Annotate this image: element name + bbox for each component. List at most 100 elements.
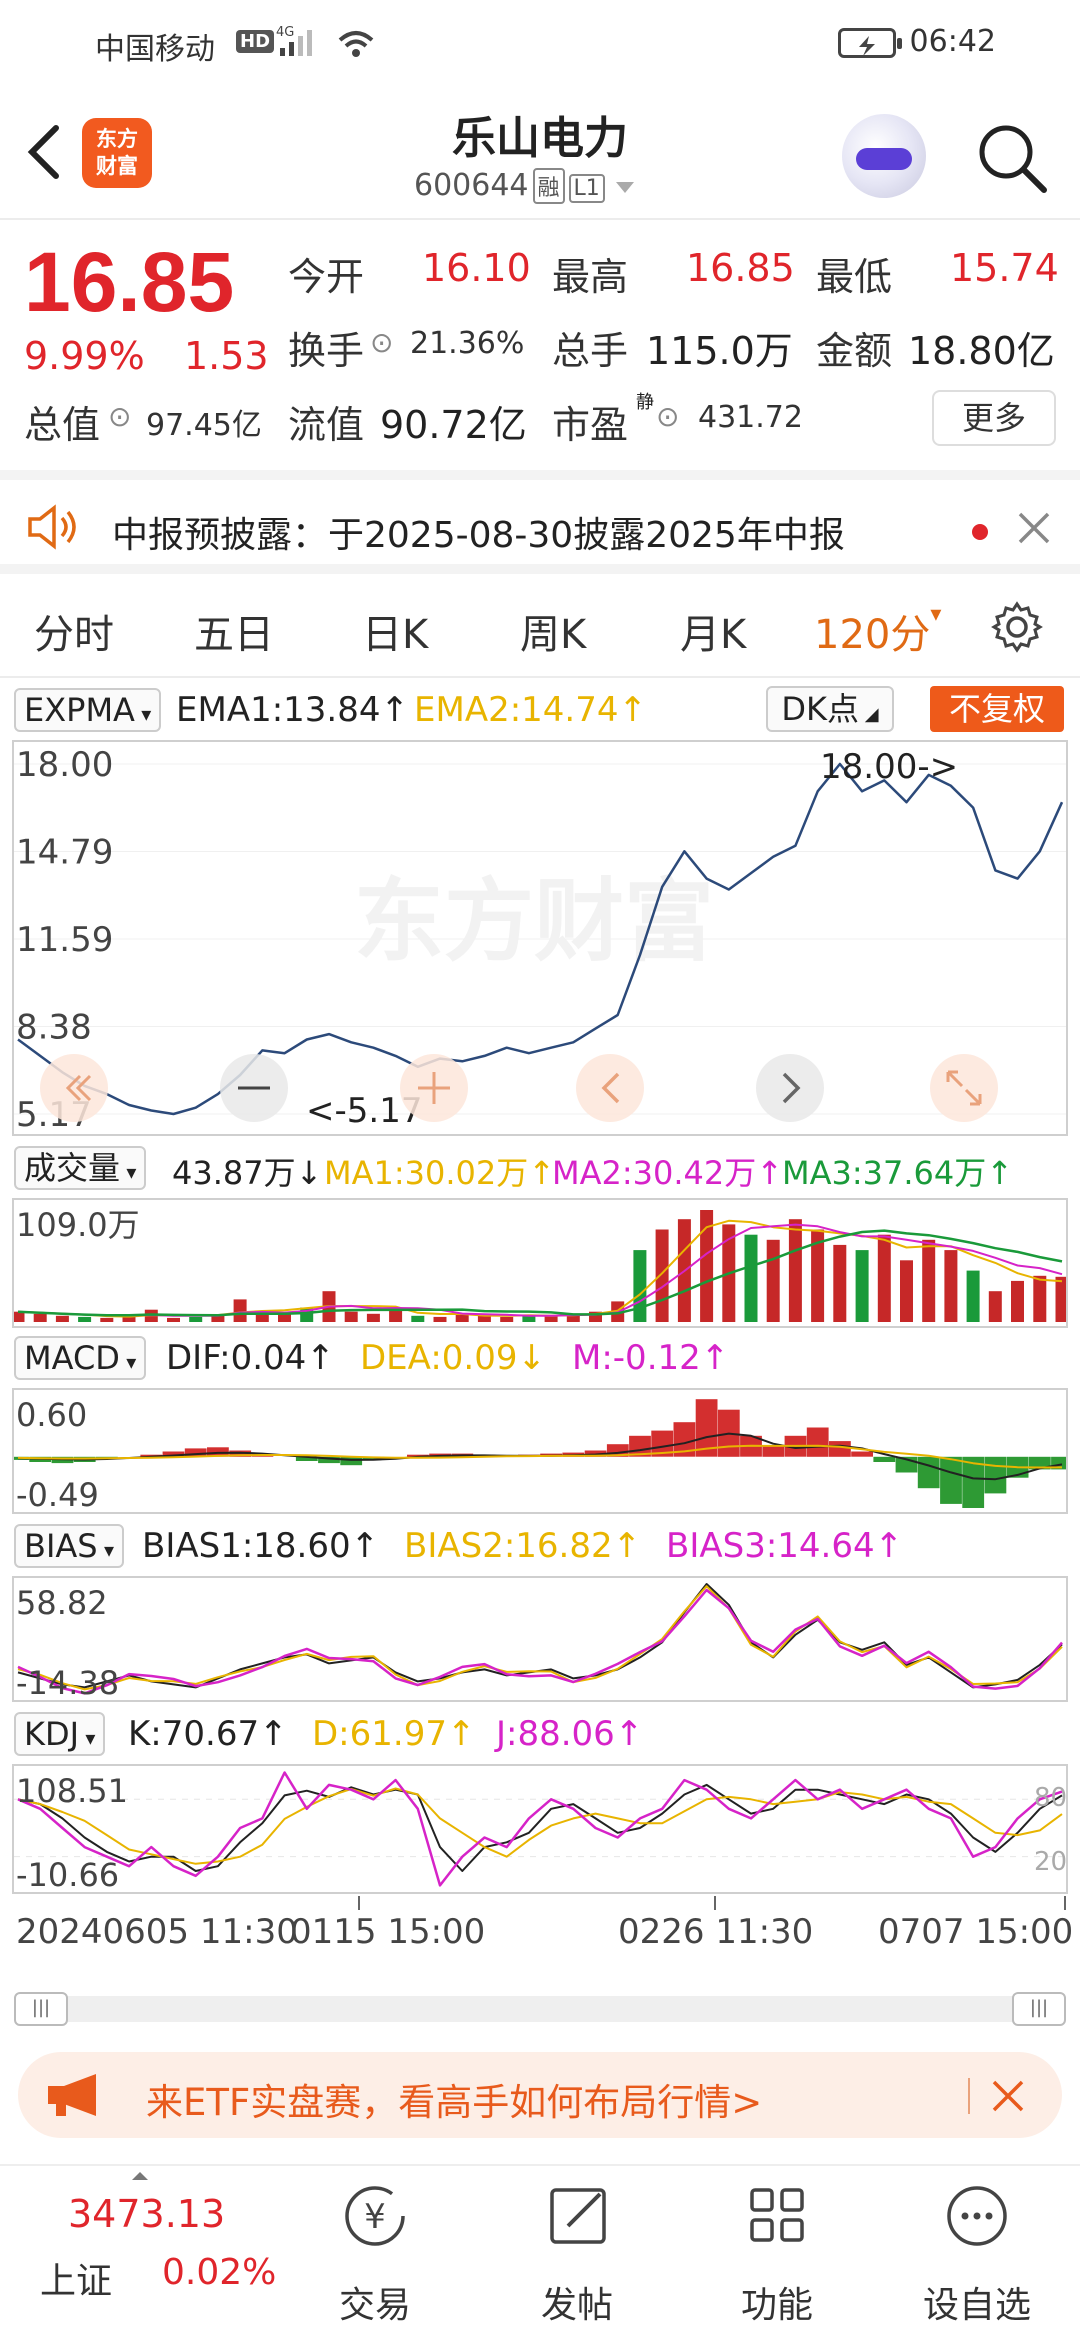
y-axis-label: 11.59 — [16, 920, 113, 960]
open-label: 今开 — [288, 255, 365, 299]
volume-bar — [389, 1309, 403, 1322]
macd-indicator-name: MACD — [24, 1339, 120, 1377]
volume-bar — [477, 1315, 491, 1322]
volume-bar — [766, 1239, 780, 1322]
tab-monthly-k[interactable]: 月K — [680, 602, 746, 660]
tab-weekly-k[interactable]: 周K — [520, 602, 586, 660]
close-icon[interactable] — [1016, 510, 1052, 546]
price-chart[interactable]: 东方财富 18.0014.7911.598.385.17 18.00-> <-5… — [12, 740, 1068, 1136]
volume-bar — [788, 1219, 802, 1322]
range-handle-left[interactable]: ||| — [14, 1992, 68, 2026]
macd-dea: DEA:0.09↓ — [360, 1338, 546, 1378]
promo-banner[interactable]: 来ETF实盘赛，看高手如何布局行情> — [18, 2052, 1062, 2138]
range-handle-right[interactable]: ||| — [1012, 1992, 1066, 2026]
macd-chart[interactable]: 0.60 -0.49 — [12, 1388, 1068, 1514]
volume-bar — [855, 1250, 869, 1322]
macd-bottom-label: -0.49 — [16, 1476, 99, 1512]
nav-post-label: 发帖 — [540, 2285, 613, 2326]
stock-code[interactable]: 600644 融 L1 — [414, 168, 636, 204]
turnover-value: 21.36% — [410, 326, 525, 361]
kdj-ref-high: 80 — [1034, 1783, 1066, 1813]
hd-badge: HD — [236, 30, 275, 53]
scroll-left-button[interactable] — [576, 1054, 644, 1122]
signal-icon: 4G — [276, 25, 312, 56]
nav-functions[interactable]: 功能 — [702, 2176, 852, 2326]
volume-chart[interactable]: 109.0万 — [12, 1198, 1068, 1328]
kdj-lines — [14, 1771, 1066, 1887]
fullscreen-button[interactable] — [930, 1054, 998, 1122]
speaker-icon — [28, 504, 76, 550]
indicator-selector[interactable]: EXPMA ▾ — [14, 688, 162, 732]
chart-range-scrollbar[interactable]: ||| ||| — [14, 1992, 1066, 2026]
volume-bar — [433, 1316, 447, 1322]
info-dots-icon[interactable]: ⊙ — [370, 326, 393, 359]
low-value: 15.74 — [950, 246, 1059, 290]
tab-daily-k[interactable]: 日K — [362, 602, 428, 660]
kdj-chart[interactable]: 108.51 -10.66 80 20 — [12, 1764, 1068, 1894]
margin-tag: 融 — [532, 168, 565, 204]
edit-icon — [550, 2188, 606, 2244]
volume-bar — [655, 1229, 669, 1322]
info-dots-icon[interactable]: ⊙ — [108, 400, 131, 433]
volume-bar — [55, 1315, 69, 1322]
kdj-selector[interactable]: KDJ ▾ — [14, 1712, 106, 1756]
caret-down-icon: ▾ — [79, 1726, 96, 1750]
amount-label: 金额 — [816, 329, 893, 373]
float-value: 90.72亿 — [380, 403, 527, 447]
index-value: 3473.13 — [68, 2192, 226, 2236]
nav-post[interactable]: 发帖 — [502, 2176, 652, 2326]
tab-intraday[interactable]: 分时 — [34, 602, 114, 660]
kdj-j: J:88.06↑ — [496, 1714, 644, 1754]
macd-m: M:-0.12↑ — [572, 1338, 730, 1378]
macd-bar — [806, 1427, 829, 1457]
macd-bar — [829, 1441, 851, 1457]
time-mark-2: 0115 15:00 — [290, 1912, 486, 1952]
settings-gear-icon[interactable] — [990, 600, 1044, 654]
bias-header: BIAS ▾ BIAS1:18.60↑ BIAS2:16.82↑ BIAS3:1… — [0, 1520, 1080, 1572]
low-label: 最低 — [816, 255, 893, 299]
dk-label: DK点 — [781, 690, 860, 728]
volume-bar — [189, 1316, 203, 1322]
rewind-button[interactable] — [40, 1054, 108, 1122]
macd-bar — [851, 1451, 873, 1457]
clock: 06:42 — [909, 24, 996, 59]
period-tabs: 分时 五日 日K 周K 月K 120分▾ — [0, 576, 1080, 678]
index-ticker[interactable]: 3473.13 上证 0.02% — [0, 2166, 276, 2340]
stock-header: 东方 财富 乐山电力 600644 融 L1 — [0, 84, 1080, 220]
nav-add-watchlist[interactable]: 设自选 — [902, 2176, 1052, 2326]
high-label: 最高 — [552, 255, 629, 299]
bottom-nav: 3473.13 上证 0.02% ¥ 交易 发帖 功能 设自选 — [0, 2164, 1080, 2340]
change-amount: 1.53 — [184, 334, 269, 378]
price-chart-canvas: 东方财富 18.0014.7911.598.385.17 18.00-> <-5… — [14, 745, 1066, 1134]
kdj-j-line — [17, 1771, 1063, 1887]
search-icon[interactable] — [974, 120, 1050, 196]
more-button[interactable]: 更多 — [932, 390, 1056, 446]
tab-five-day[interactable]: 五日 — [194, 602, 274, 660]
assistant-robot-icon[interactable] — [842, 114, 926, 198]
bias1-value: BIAS1:18.60↑ — [142, 1526, 380, 1566]
info-dots-icon[interactable]: ⊙ — [656, 400, 679, 433]
tab-120min[interactable]: 120分▾ — [814, 602, 941, 660]
nav-functions-label: 功能 — [740, 2285, 813, 2326]
kdj-top-label: 108.51 — [16, 1772, 128, 1810]
bias-chart[interactable]: 58.82 -14.38 — [12, 1576, 1068, 1702]
scroll-right-button[interactable] — [756, 1054, 824, 1122]
macd-bar — [340, 1456, 363, 1466]
caret-down-icon: ▾ — [120, 1160, 137, 1184]
unadjusted-button[interactable]: 不复权 — [930, 686, 1064, 732]
y-axis-label: 14.79 — [16, 833, 113, 873]
volume-bar — [744, 1234, 758, 1322]
close-icon[interactable] — [990, 2078, 1026, 2114]
macd-selector[interactable]: MACD ▾ — [14, 1336, 147, 1380]
bias2-line — [17, 1585, 1063, 1691]
bias-selector[interactable]: BIAS ▾ — [14, 1524, 124, 1568]
wifi-icon — [338, 31, 374, 57]
nav-trade[interactable]: ¥ 交易 — [300, 2176, 450, 2326]
caret-down-icon: ▾ — [97, 1538, 114, 1562]
kdj-header: KDJ ▾ K:70.67↑ D:61.97↑ J:88.06↑ — [0, 1708, 1080, 1760]
volume-bar — [233, 1299, 247, 1322]
notice-bar[interactable]: 中报预披露：于2025-08-30披露2025年中报 — [0, 470, 1080, 574]
volume-selector[interactable]: 成交量 ▾ — [14, 1146, 147, 1190]
dk-point-selector[interactable]: DK点 ◢ — [766, 686, 894, 732]
volume-chart-canvas: 109.0万 — [14, 1206, 1066, 1322]
